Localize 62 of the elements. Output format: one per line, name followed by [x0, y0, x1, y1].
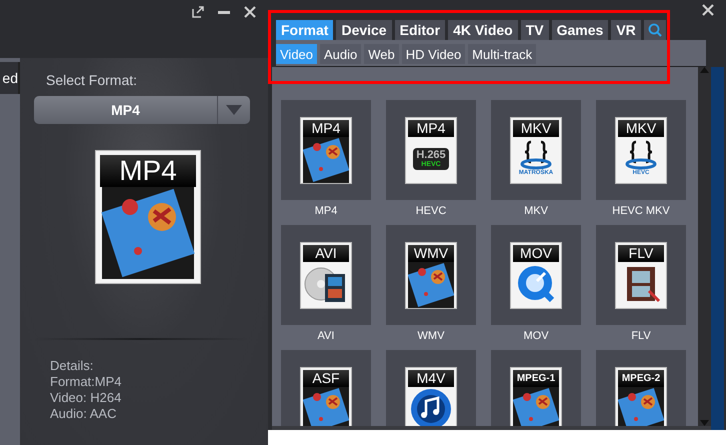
film-strip-balloon-icon	[408, 262, 454, 308]
format-badge: MOV	[513, 244, 559, 262]
format-caption: MP4	[314, 205, 338, 218]
format-caption: HEVC	[416, 205, 446, 218]
format-badge: M4V	[408, 370, 454, 386]
subcategory-tab[interactable]: HD Video	[402, 44, 466, 64]
category-tab[interactable]: 4K Video	[448, 20, 518, 40]
details-text: Format:MP4	[50, 374, 123, 390]
category-tab[interactable]: Device	[336, 20, 392, 40]
search-icon[interactable]	[644, 20, 666, 40]
minimize-icon[interactable]	[218, 10, 230, 14]
subcategory-tab[interactable]: Audio	[320, 44, 362, 64]
music-note-icon	[409, 386, 453, 426]
format-tile[interactable]: WMV	[386, 225, 476, 325]
format-badge: MP4	[303, 120, 349, 136]
format-badge: WMV	[408, 244, 454, 262]
popout-icon[interactable]	[192, 6, 204, 18]
film-strip-balloon-icon	[303, 136, 349, 182]
subcategory-tab[interactable]: Web	[364, 44, 399, 64]
category-tab[interactable]: Editor	[394, 20, 446, 40]
film-strip-balloon-icon	[618, 386, 664, 426]
curly-braces-ring-icon	[624, 140, 658, 170]
dropdown-arrow-icon	[226, 105, 242, 115]
details-text: Details:	[50, 358, 94, 374]
format-badge: MPEG-2	[618, 370, 664, 386]
format-tile[interactable]: MOV	[491, 225, 581, 325]
format-caption: AVI	[318, 330, 334, 343]
film-strip-balloon-icon	[303, 386, 349, 426]
format-badge: MPEG-1	[513, 370, 559, 386]
format-badge: MKV	[513, 120, 559, 136]
details-text: Video: H264	[50, 390, 122, 406]
format-tile[interactable]: M4V	[386, 350, 476, 426]
format-badge: AVI	[303, 244, 349, 262]
film-strip-balloon-icon	[100, 187, 196, 279]
format-tile[interactable]: ASF	[281, 350, 371, 426]
category-tab[interactable]: TV	[520, 20, 549, 40]
format-caption: HEVC MKV	[612, 205, 670, 218]
format-tile[interactable]: MPEG-2	[596, 350, 686, 426]
category-tab[interactable]: VR	[611, 20, 641, 40]
format-tile[interactable]: MP4	[281, 100, 371, 200]
format-caption: WMV	[418, 330, 444, 343]
details-text: Audio: AAC	[50, 406, 118, 422]
format-tile[interactable]: MPEG-1	[491, 350, 581, 426]
format-caption: FLV	[631, 330, 651, 343]
format-badge: MKV	[618, 120, 664, 136]
format-badge: MP4	[408, 120, 454, 136]
subcategory-tab[interactable]: Multi-track	[468, 44, 536, 64]
side-tab[interactable]: ed	[0, 62, 20, 94]
curly-braces-ring-icon	[519, 140, 553, 170]
format-caption: MOV	[523, 330, 549, 343]
format-tile[interactable]: FLV	[596, 225, 686, 325]
category-tab[interactable]: Games	[552, 20, 608, 40]
format-badge: ASF	[303, 370, 349, 386]
format-dropdown[interactable]: MP4	[34, 96, 250, 124]
format-badge: MP4	[100, 155, 196, 187]
film-strip-balloon-icon	[513, 386, 559, 426]
format-badge: FLV	[618, 244, 664, 262]
select-format-label: Select Format:	[46, 72, 138, 88]
format-caption: MKV	[524, 205, 548, 218]
format-tile[interactable]: AVI	[281, 225, 371, 325]
close-icon[interactable]	[244, 6, 256, 18]
close-icon[interactable]	[702, 4, 714, 16]
